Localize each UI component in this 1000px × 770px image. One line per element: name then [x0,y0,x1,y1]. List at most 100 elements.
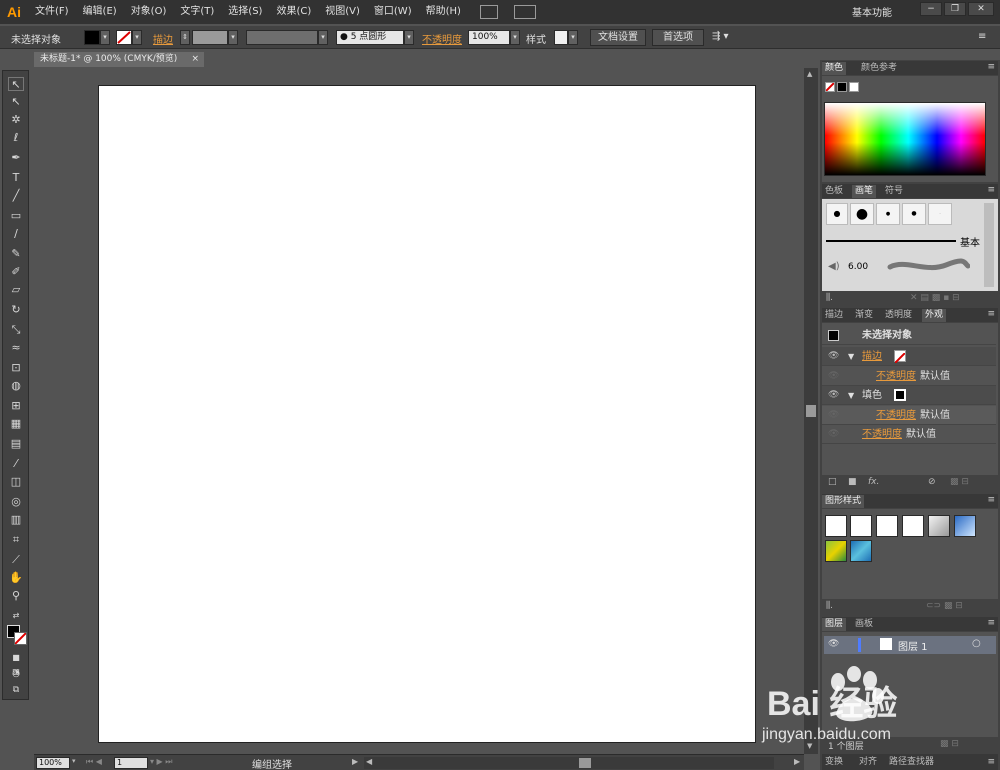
panel-menu-icon[interactable]: ≡ [987,618,995,628]
style-dropdown-icon[interactable]: ▾ [568,30,578,45]
color-spectrum[interactable] [824,102,986,176]
direct-selection-tool-icon[interactable]: ↖ [8,95,24,109]
arrange-icon[interactable]: ⇶ ▾ [712,31,729,42]
first-artboard-icon[interactable]: ⏮ ◀ [86,757,102,767]
workspace-switcher[interactable]: 基本功能 [852,4,892,19]
none-color-icon[interactable] [825,82,835,92]
hand-tool-icon[interactable]: ✋ [8,571,24,585]
styles-library-icon[interactable]: ⫼. [826,601,833,611]
close-button[interactable]: ✕ [968,2,994,16]
visibility-eye-icon[interactable]: 👁 [828,367,839,386]
profile-dropdown-icon[interactable]: ▾ [318,30,328,45]
opacity-link[interactable]: 不透明度 [862,425,902,444]
style-default[interactable] [825,515,847,537]
tab-swatches[interactable]: 色板 [822,185,846,198]
lasso-tool-icon[interactable]: ℓ [8,131,24,145]
opacity-link[interactable]: 不透明度 [876,406,916,425]
screen-mode-icon[interactable]: ⧉ [8,683,24,697]
style-pattern-blue[interactable] [850,540,872,562]
appearance-fill-opacity-row[interactable]: 👁 不透明度 默认值 [822,406,996,425]
free-transform-tool-icon[interactable]: ⊡ [8,361,24,375]
tab-artboards[interactable]: 画板 [852,618,876,631]
remove-brush-stroke-icon[interactable]: ✕ ▤ ▩ ▪ ⊟ [910,293,960,303]
layer-row[interactable]: 👁 图层 1 ○ [824,636,996,654]
blob-brush-tool-icon[interactable]: ✐ [8,265,24,279]
tab-symbols[interactable]: 符号 [882,185,906,198]
tab-color[interactable]: 颜色 [822,62,847,75]
arrange-documents-icon[interactable] [513,5,536,19]
bridge-icon[interactable] [479,5,498,19]
brush-library-icon[interactable]: ⫼. [826,293,833,303]
stroke-link[interactable]: 描边 [862,347,882,366]
column-graph-tool-icon[interactable]: ▥ [8,513,24,527]
rectangle-tool-icon[interactable]: ▭ [8,209,24,223]
tab-layers[interactable]: 图层 [822,618,847,631]
rotate-tool-icon[interactable]: ↻ [8,303,24,317]
vertical-scroll-thumb[interactable] [806,405,816,417]
blend-tool-icon[interactable]: ◫ [8,475,24,489]
brush-dot-tiny[interactable]: ● [876,203,900,225]
eraser-tool-icon[interactable]: ▱ [8,283,24,297]
maximize-button[interactable]: ❐ [944,2,966,16]
zoom-dropdown-icon[interactable]: ▾ [72,757,76,765]
zoom-tool-icon[interactable]: ⚲ [8,589,24,603]
artboard-tool-icon[interactable]: ⌗ [8,533,24,547]
black-color-swatch[interactable] [837,82,847,92]
stroke-weight-dropdown-icon[interactable]: ▾ [228,30,238,45]
tab-close-icon[interactable]: × [191,52,199,67]
brush-dot-small[interactable]: ● [826,203,848,225]
type-tool-icon[interactable]: T [8,171,24,185]
color-mode-icon[interactable]: ■ ▨ [8,651,24,676]
magic-wand-tool-icon[interactable]: ✲ [8,113,24,127]
stroke-none-swatch[interactable] [894,350,906,364]
paintbrush-tool-icon[interactable]: ∕ [8,227,24,241]
add-fill-icon[interactable]: ■ [848,477,857,487]
add-stroke-icon[interactable]: □ [828,477,837,487]
opacity-input[interactable]: 100% [468,30,510,45]
brush-dropdown-icon[interactable]: ▾ [404,30,414,45]
basic-brush-stroke[interactable] [826,240,956,242]
panel-menu-icon[interactable]: ≡ [987,62,995,72]
control-menu-icon[interactable]: ≡ [978,31,986,42]
appearance-stroke-opacity-row[interactable]: 👁 不透明度 默认值 [822,367,996,386]
style-gradient-gray[interactable] [928,515,950,537]
fill-black-swatch[interactable] [894,389,906,401]
tab-stroke[interactable]: 描边 [822,309,846,322]
eyedropper-tool-icon[interactable]: ⁄ [8,457,24,471]
brush-dot-calligraphic[interactable]: ● [902,203,926,225]
brush-dot-light[interactable]: · [928,203,952,225]
style-none[interactable] [902,515,924,537]
expand-arrow-icon[interactable]: ▼ [848,347,854,366]
fill-swatch[interactable] [84,30,100,45]
pen-tool-icon[interactable]: ✒ [8,151,24,165]
artboard[interactable] [98,85,756,743]
selection-tool-icon[interactable]: ↖ [8,77,24,91]
fill-dropdown-icon[interactable]: ▾ [100,30,110,45]
menu-window[interactable]: 窗口(W) [367,0,419,24]
document-tab[interactable]: 未标题-1* @ 100% (CMYK/预览) × [34,52,204,67]
panel-menu-icon[interactable]: ≡ [987,495,995,505]
scale-tool-icon[interactable]: ⤡ [8,323,24,337]
swap-colors-icon[interactable]: ⇄ [8,609,24,623]
styles-actions-icon[interactable]: ⊂⊃ ▩ ⊟ [926,601,963,611]
brush-definition[interactable]: ● 5 点圆形 [336,30,404,45]
clear-appearance-icon[interactable]: ⊘ [928,477,936,487]
menu-view[interactable]: 视图(V) [318,0,367,24]
stroke-label[interactable]: 描边 [153,31,173,46]
tab-brushes[interactable]: 画笔 [852,185,877,198]
stroke-dropdown-icon[interactable]: ▾ [132,30,142,45]
document-setup-button[interactable]: 文档设置 [590,29,646,46]
style-gradient-blue[interactable] [954,515,976,537]
menu-help[interactable]: 帮助(H) [419,0,468,24]
charcoal-brush-stroke[interactable] [886,257,970,275]
visibility-eye-icon[interactable]: 👁 [828,386,839,405]
stroke-swatch[interactable] [116,30,132,45]
menu-object[interactable]: 对象(O) [124,0,174,24]
horizontal-scrollbar[interactable] [364,757,774,769]
variable-width-profile[interactable] [246,30,318,45]
tab-appearance[interactable]: 外观 [922,309,947,322]
graphic-style-swatch[interactable] [554,30,568,45]
style-default-cmyk[interactable] [850,515,872,537]
scroll-up-icon[interactable]: ▲ [807,70,812,78]
menu-effect[interactable]: 效果(C) [269,0,318,24]
